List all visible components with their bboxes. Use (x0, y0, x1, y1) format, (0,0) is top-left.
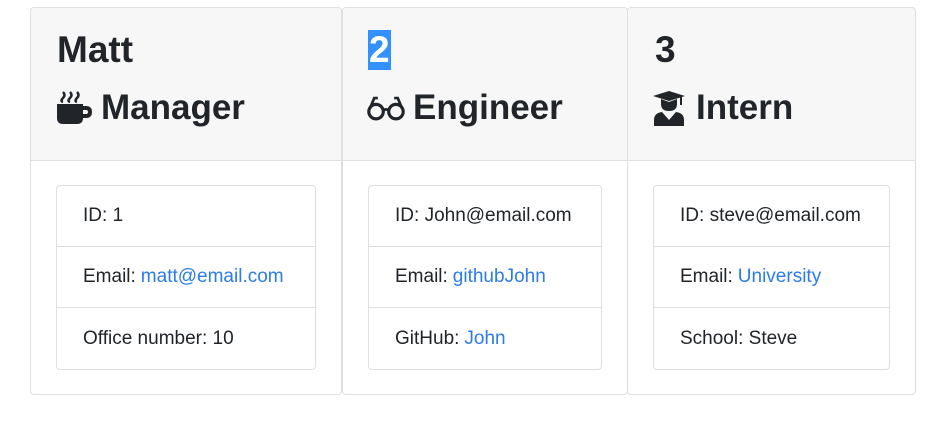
employee-card-engineer: 2 Engineer ID: John@email.com Email: git… (342, 7, 628, 395)
employee-card-manager: Matt Manager ID: 1 Email: matt@email.com… (30, 7, 342, 395)
role-title: Intern (696, 88, 794, 127)
list-item-office-number: Office number: 10 (57, 308, 315, 369)
list-item-school: School: Steve (654, 308, 889, 369)
item-label: Email: (395, 266, 448, 287)
email-link[interactable]: University (738, 266, 821, 288)
email-link[interactable]: githubJohn (453, 266, 546, 288)
role-title: Manager (101, 88, 245, 127)
item-value: steve@email.com (709, 205, 861, 226)
role-row: Engineer (367, 88, 563, 128)
coffee-mug-icon (55, 89, 93, 127)
item-label: Email: (83, 266, 136, 287)
graduate-icon (650, 89, 688, 127)
list-item-email: Email: githubJohn (369, 247, 601, 308)
item-value: John@email.com (424, 205, 572, 226)
item-label: Email: (680, 266, 733, 287)
card-header: 2 Engineer (343, 8, 627, 161)
list-item-id: ID: steve@email.com (654, 186, 889, 247)
item-label: GitHub: (395, 327, 460, 349)
role-title: Engineer (413, 88, 563, 127)
item-label: ID: (680, 205, 705, 226)
email-link[interactable]: matt@email.com (141, 266, 284, 288)
item-label: School: (680, 327, 744, 349)
role-row: Intern (650, 88, 793, 128)
list-item-github: GitHub: John (369, 308, 601, 369)
item-value: Steve (748, 327, 798, 349)
item-label: ID: (395, 205, 420, 226)
list-item-id: ID: 1 (57, 186, 315, 247)
item-value: 1 (112, 205, 124, 226)
role-row: Manager (55, 88, 245, 128)
employee-card-intern: 3 Intern ID: steve@email.com Email: Univ… (627, 7, 916, 395)
employee-name: 3 (655, 29, 676, 70)
info-list: ID: John@email.com Email: githubJohn Git… (368, 185, 602, 370)
github-link[interactable]: John (464, 328, 505, 350)
info-list: ID: 1 Email: matt@email.com Office numbe… (56, 185, 316, 370)
list-item-email: Email: University (654, 247, 889, 308)
item-label: Office number: (83, 327, 208, 349)
list-item-id: ID: John@email.com (369, 186, 601, 247)
card-header: Matt Manager (31, 8, 341, 161)
employee-name: 2 (368, 29, 391, 70)
employee-name: Matt (57, 29, 134, 70)
list-item-email: Email: matt@email.com (57, 247, 315, 308)
glasses-icon (367, 89, 405, 127)
item-value: 10 (212, 327, 234, 349)
card-header: 3 Intern (628, 8, 915, 161)
info-list: ID: steve@email.com Email: University Sc… (653, 185, 890, 370)
item-label: ID: (83, 205, 108, 226)
